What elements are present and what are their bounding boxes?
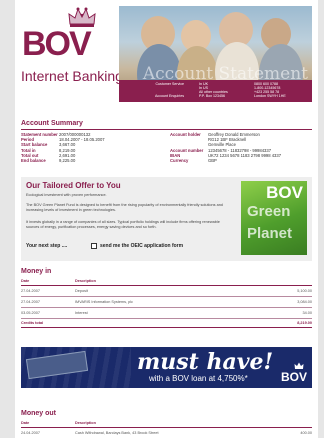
row-description: Deposit xyxy=(75,285,262,297)
internet-banking-title: Internet Banking xyxy=(21,68,123,84)
money-in-table: Date Description 27.04.2007 Deposit 5,10… xyxy=(21,278,312,328)
banner-headline: must have! xyxy=(137,349,274,375)
account-summary-title: Account Summary xyxy=(21,120,83,127)
row-amount: 3,084.00 xyxy=(262,296,312,308)
money-in-title: Money in xyxy=(21,268,52,275)
customer-service-label: Customer Service xyxy=(155,82,184,86)
date-column-header: Date xyxy=(21,278,75,286)
postal-address: London SWYH 1HE xyxy=(254,94,286,98)
green-planet-bov: BOV xyxy=(266,183,303,202)
green-planet-word-planet: Planet xyxy=(247,225,293,242)
currency-value: GBP xyxy=(208,158,217,164)
end-balance-label: End balance xyxy=(21,158,46,164)
contact-bar: Customer Service Account Enquiries In UK… xyxy=(119,80,312,102)
application-form-checkbox[interactable] xyxy=(91,243,97,249)
banner-brand: BOV xyxy=(280,370,307,384)
row-amount: 400.00 xyxy=(262,427,312,438)
description-column-header: Description xyxy=(75,278,262,286)
date-column-header: Date xyxy=(21,420,75,428)
loan-ad-banner[interactable]: must have! with a BOV loan at 4,750%* BO… xyxy=(21,347,312,388)
row-amount: 34.00 xyxy=(262,307,312,319)
summary-right: Account holder Geoffrey Donald Emmerson R… xyxy=(170,132,281,163)
crown-icon xyxy=(294,362,304,369)
banner-subline: with a BOV loan at 4,750%* xyxy=(149,374,248,383)
offer-paragraph-1: The BOV Green Planet Fund is designed to… xyxy=(26,203,223,212)
currency-label: Currency xyxy=(170,158,189,164)
table-row: 03.05.2007 Interest 34.00 xyxy=(21,307,312,319)
row-date: 27.04.2007 xyxy=(21,296,75,308)
credits-total-row: Credits total 8,219.00 xyxy=(21,318,312,328)
row-date: 27.04.2007 xyxy=(21,285,75,297)
offer-paragraph-2: It invests globally in a range of compan… xyxy=(26,220,220,229)
offer-title: Our Tailored Offer to You xyxy=(26,181,121,190)
iban-value: UK72 1234 5678 1183 2798 9998 4337 xyxy=(208,152,282,158)
account-enquiries-label: Account Enquiries xyxy=(155,94,184,98)
green-planet-image: BOV Green Planet xyxy=(241,181,307,255)
green-planet-word-green: Green xyxy=(247,203,291,220)
tailored-offer-box: Our Tailored Offer to You Ecological inv… xyxy=(21,177,312,261)
description-column-header: Description xyxy=(75,420,262,428)
credits-total-value: 8,219.00 xyxy=(262,318,312,328)
credits-total-label: Credits total xyxy=(21,318,75,328)
table-row: 27.04.2007 IMVARIS Information Systems, … xyxy=(21,296,312,308)
money-out-table: Date Description 24.04.2007 Cash Withdra… xyxy=(21,420,312,438)
offer-intro: Ecological investment with proven perfor… xyxy=(26,193,107,197)
row-description: IMVARIS Information Systems, plc xyxy=(75,296,262,308)
bank-logo[interactable]: BOV xyxy=(22,24,92,64)
summary-divider xyxy=(21,129,312,130)
next-step-label: Your next step .... xyxy=(26,243,68,249)
po-box: P.P. Box 123456 xyxy=(199,94,226,98)
row-date: 24.04.2007 xyxy=(21,427,75,438)
send-application-form-label[interactable]: send me the OEIC application form xyxy=(100,243,183,249)
row-amount: 5,100.00 xyxy=(262,285,312,297)
summary-left: Statement number2007/000000132 Period 18.… xyxy=(21,132,105,163)
statement-page: BOV Internet Banking Account Statement C… xyxy=(15,0,318,438)
row-description: Interest xyxy=(75,307,262,319)
row-description: Cash Withdrawal, Barclays Bank, 43 Brook… xyxy=(75,427,262,438)
row-date: 03.05.2007 xyxy=(21,307,75,319)
money-out-title: Money out xyxy=(21,410,56,417)
table-row: 24.04.2007 Cash Withdrawal, Barclays Ban… xyxy=(21,427,312,438)
table-row: 27.04.2007 Deposit 5,100.00 xyxy=(21,285,312,297)
end-balance-value: 9,225.00 xyxy=(59,158,76,164)
